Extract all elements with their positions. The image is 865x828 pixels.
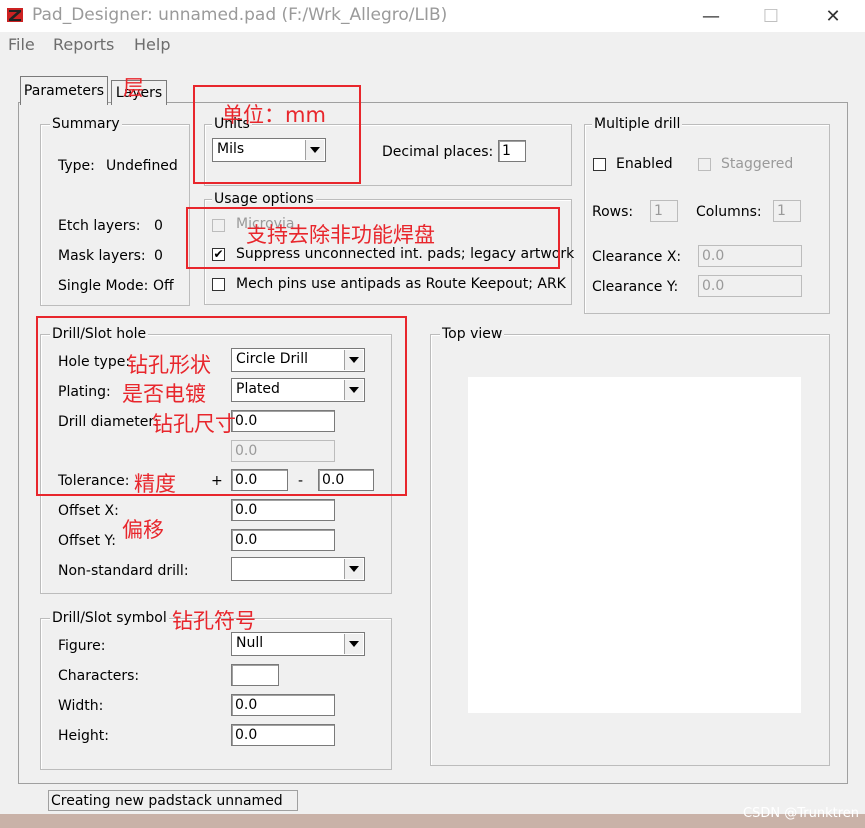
mech-pins-label: Mech pins use antipads as Route Keepout;… (236, 276, 566, 292)
columns-input[interactable]: 1 (773, 200, 801, 222)
staggered-checkbox[interactable] (698, 158, 711, 171)
close-button[interactable]: ✕ (810, 0, 856, 32)
top-view-title: Top view (440, 326, 505, 342)
width-label: Width: (58, 698, 104, 714)
annotation-hole-shape: 钻孔形状 (127, 353, 211, 377)
non-standard-drill-select[interactable] (231, 557, 365, 581)
rows-input[interactable]: 1 (650, 200, 678, 222)
menu-reports[interactable]: Reports (53, 35, 114, 54)
drill-annotation-box (36, 316, 407, 496)
decimal-places-input[interactable]: 1 (498, 140, 526, 162)
rows-label: Rows: (592, 204, 634, 220)
offset-x-input[interactable]: 0.0 (231, 499, 335, 521)
characters-label: Characters: (58, 668, 140, 684)
figure-value: Null (236, 635, 264, 651)
figure-select[interactable]: Null (231, 632, 365, 656)
enabled-label: Enabled (616, 156, 673, 172)
annotation-offset: 偏移 (122, 518, 164, 542)
minimize-button[interactable]: — (688, 0, 734, 32)
offset-y-input[interactable]: 0.0 (231, 529, 335, 551)
annotation-units: 单位：mm (222, 103, 326, 127)
annotation-tolerance: 精度 (134, 472, 176, 496)
offset-x-label: Offset X: (58, 503, 119, 519)
menu-bar (0, 32, 865, 58)
width-input[interactable]: 0.0 (231, 694, 335, 716)
type-label: Type: (58, 158, 95, 174)
watermark: CSDN @Trunktren (743, 806, 859, 821)
characters-input[interactable] (231, 664, 279, 686)
clearance-y-input[interactable]: 0.0 (698, 275, 802, 297)
columns-label: Columns: (696, 204, 762, 220)
status-text: Creating new padstack unnamed (48, 790, 298, 811)
single-mode-value: Off (153, 278, 174, 294)
clearance-x-input[interactable]: 0.0 (698, 245, 802, 267)
menu-help[interactable]: Help (134, 35, 170, 54)
top-view-canvas (468, 377, 801, 713)
annotation-plating: 是否电镀 (122, 382, 206, 406)
window-title: Pad_Designer: unnamed.pad (F:/Wrk_Allegr… (32, 5, 448, 25)
multiple-drill-title: Multiple drill (592, 116, 683, 132)
background-strip (0, 814, 865, 828)
non-standard-drill-label: Non-standard drill: (58, 563, 189, 579)
annotation-drill-size: 钻孔尺寸 (152, 412, 236, 436)
mask-layers-value: 0 (154, 248, 163, 264)
type-value: Undefined (106, 158, 178, 174)
enabled-checkbox[interactable] (593, 158, 606, 171)
tab-parameters-label: Parameters (23, 83, 105, 99)
offset-y-label: Offset Y: (58, 533, 116, 549)
clearance-y-label: Clearance Y: (592, 279, 679, 295)
mask-layers-label: Mask layers: (58, 248, 146, 264)
chevron-down-icon (344, 559, 363, 579)
decimal-places-label: Decimal places: (382, 144, 494, 160)
usage-options-title: Usage options (212, 191, 316, 207)
etch-layers-value: 0 (154, 218, 163, 234)
tab-parameters[interactable]: Parameters (20, 76, 108, 105)
single-mode-label: Single Mode: (58, 278, 149, 294)
annotation-symbol: 钻孔符号 (172, 609, 256, 633)
app-icon (7, 8, 23, 22)
chevron-down-icon (344, 634, 363, 654)
height-input[interactable]: 0.0 (231, 724, 335, 746)
figure-label: Figure: (58, 638, 106, 654)
mech-pins-checkbox[interactable] (212, 278, 225, 291)
maximize-button[interactable]: ☐ (748, 0, 794, 32)
summary-title: Summary (50, 116, 122, 132)
menu-file[interactable]: File (8, 35, 35, 54)
annotation-layers: 层 (123, 76, 144, 100)
clearance-x-label: Clearance X: (592, 249, 682, 265)
drill-symbol-title: Drill/Slot symbol (50, 610, 169, 626)
annotation-suppress: 支持去除非功能焊盘 (246, 223, 435, 247)
height-label: Height: (58, 728, 109, 744)
etch-layers-label: Etch layers: (58, 218, 141, 234)
staggered-label: Staggered (721, 156, 794, 172)
